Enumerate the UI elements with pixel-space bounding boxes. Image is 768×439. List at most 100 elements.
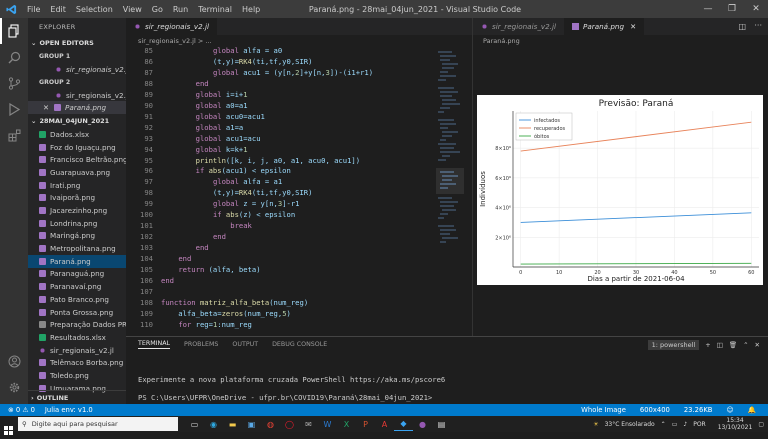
file-item[interactable]: Dados.xlsx	[28, 128, 126, 141]
file-item[interactable]: Irati.png	[28, 179, 126, 192]
file-item[interactable]: Toledo.png	[28, 369, 126, 382]
excel-icon[interactable]: X	[337, 417, 356, 431]
word-icon[interactable]: W	[318, 417, 337, 431]
code-line[interactable]: if abs(z) < epsilon	[161, 210, 295, 219]
code-line[interactable]: global a1=a	[161, 123, 244, 132]
file-explorer-icon[interactable]: ▬	[223, 417, 242, 431]
chrome-icon[interactable]: ◍	[261, 417, 280, 431]
close-tab-icon[interactable]: ✕	[630, 22, 636, 31]
mail-icon[interactable]: ✉	[299, 417, 318, 431]
file-item[interactable]: Jacarezinho.png	[28, 204, 126, 217]
menu-go[interactable]: Go	[147, 5, 168, 14]
open-editors-section[interactable]: ⌄ OPEN EDITORS	[28, 36, 126, 50]
outline-section[interactable]: › OUTLINE	[28, 390, 126, 404]
account-icon[interactable]	[0, 348, 28, 374]
code-line[interactable]: if abs(acu1) < epsilon	[161, 166, 291, 175]
file-item[interactable]: sir_regionais_v2.jl	[28, 344, 126, 357]
split-editor-icon[interactable]: ◫	[738, 22, 746, 31]
code-line[interactable]: global k=k+1	[161, 145, 248, 154]
minimap[interactable]	[436, 48, 464, 288]
edge-icon[interactable]: ◉	[204, 417, 223, 431]
file-item[interactable]: Ponta Grossa.png	[28, 306, 126, 319]
problems-status[interactable]: ⊗ 0 ⚠ 0	[8, 406, 35, 414]
menu-file[interactable]: File	[22, 5, 45, 14]
terminal-taskbar-icon[interactable]: ▤	[432, 417, 451, 431]
file-item[interactable]: Ivaiporã.png	[28, 192, 126, 205]
file-item[interactable]: Preparação Dados PR...	[28, 318, 126, 331]
zoom-status[interactable]: Whole Image	[581, 406, 626, 414]
code-line[interactable]: break	[161, 221, 252, 230]
windows-start-icon[interactable]	[4, 420, 13, 439]
store-icon[interactable]: ▣	[242, 417, 261, 431]
code-line[interactable]: alfa_beta=zeros(num_reg,5)	[161, 309, 291, 318]
file-item[interactable]: Londrina.png	[28, 217, 126, 230]
code-line[interactable]: (t,y)=RK4(ti,tf,y0,SIR)	[161, 57, 313, 66]
code-line[interactable]: function matriz_alfa_beta(num_reg)	[161, 298, 308, 307]
tab-output[interactable]: OUTPUT	[232, 341, 258, 348]
feedback-icon[interactable]: ☺	[726, 406, 733, 414]
open-editor-item[interactable]: sir_regionais_v2.jl	[28, 89, 126, 102]
code-line[interactable]: global a0=a1	[161, 101, 248, 110]
trash-icon[interactable]: 🗑	[729, 341, 737, 349]
menu-run[interactable]: Run	[168, 5, 193, 14]
tab-sir-regionais[interactable]: sir_regionais_v2.jl	[473, 18, 564, 35]
minimize-icon[interactable]: —	[696, 0, 720, 18]
tray-arrow-icon[interactable]: ⌃	[661, 421, 666, 428]
close-panel-icon[interactable]: ✕	[755, 341, 760, 349]
opera-icon[interactable]: ◯	[280, 417, 299, 431]
tab-problems[interactable]: PROBLEMS	[184, 341, 218, 348]
code-line[interactable]: global i=i+1	[161, 90, 248, 99]
code-line[interactable]: global alfa = a1	[161, 177, 282, 186]
code-line[interactable]: global acu1 = (y[n,2]+y[n,3])-(i1+r1)	[161, 68, 373, 77]
file-item[interactable]: Guarapuava.png	[28, 166, 126, 179]
weather-text[interactable]: 33°C Ensolarado	[605, 421, 655, 428]
notifications-icon[interactable]: ▢	[758, 421, 764, 428]
search-icon[interactable]	[0, 44, 28, 70]
code-line[interactable]: for reg=1:num_reg	[161, 320, 252, 329]
open-editor-item[interactable]: sir_regionais_v2.jl	[28, 63, 126, 76]
code-editor[interactable]: 85 global alfa = a0 86 (t,y)=RK4(ti,tf,y0…	[126, 46, 472, 336]
code-line[interactable]: global alfa = a0	[161, 46, 282, 55]
code-line[interactable]: (t,y)=RK4(ti,tf,y0,SIR)	[161, 188, 313, 197]
code-line[interactable]: println([k, i, j, a0, a1, acu0, acu1])	[161, 156, 360, 165]
restore-icon[interactable]: ❐	[720, 0, 744, 18]
menu-selection[interactable]: Selection	[71, 5, 118, 14]
file-item[interactable]: Resultados.xlsx	[28, 331, 126, 344]
file-item[interactable]: Maringá.png	[28, 230, 126, 243]
menu-edit[interactable]: Edit	[45, 5, 71, 14]
language-indicator[interactable]: POR	[693, 421, 706, 428]
menu-view[interactable]: View	[118, 5, 147, 14]
code-line[interactable]: global z = y[n,3]-r1	[161, 199, 300, 208]
run-debug-icon[interactable]	[0, 96, 28, 122]
code-line[interactable]: end	[161, 254, 191, 263]
file-item[interactable]: Paraná.png	[28, 254, 126, 268]
tab-debug-console[interactable]: DEBUG CONSOLE	[272, 341, 327, 348]
terminal-prompt[interactable]: PS C:\Users\UFPR\OneDrive - ufpr.br\COVI…	[138, 393, 432, 402]
file-item[interactable]: Metropolitana.png	[28, 242, 126, 255]
network-icon[interactable]: ▭	[672, 421, 678, 428]
julia-taskbar-icon[interactable]: ●	[413, 417, 432, 431]
open-editor-item-active[interactable]: ✕ Paraná.png	[28, 101, 126, 115]
extensions-icon[interactable]	[0, 122, 28, 148]
code-line[interactable]: global acu1=acu	[161, 134, 261, 143]
file-item[interactable]: Pato Branco.png	[28, 293, 126, 306]
explorer-icon[interactable]	[0, 18, 28, 44]
chevron-up-icon[interactable]: ⌃	[743, 341, 748, 349]
vscode-taskbar-icon[interactable]: ◆	[394, 417, 413, 431]
clock[interactable]: 15:34 13/10/2021	[712, 417, 753, 431]
file-item[interactable]: Paranavaí.png	[28, 280, 126, 293]
tab-parana-png[interactable]: Paraná.png ✕	[564, 18, 645, 35]
folder-section[interactable]: ⌄ 28MAI_04JUN_2021	[28, 114, 126, 128]
settings-gear-icon[interactable]	[0, 374, 28, 400]
task-view-icon[interactable]: ▭	[185, 417, 204, 431]
add-terminal-icon[interactable]: +	[705, 341, 710, 349]
split-terminal-icon[interactable]: ◫	[717, 341, 723, 349]
file-item[interactable]: Telêmaco Borba.png	[28, 356, 126, 369]
tab-terminal[interactable]: TERMINAL	[138, 340, 171, 349]
taskbar-search[interactable]: ⚲ Digite aqui para pesquisar	[18, 417, 178, 431]
acrobat-icon[interactable]: A	[375, 417, 394, 431]
close-editor-icon[interactable]: ✕	[43, 103, 49, 112]
terminal-select[interactable]: 1: powershell	[647, 340, 700, 350]
more-actions-icon[interactable]: ···	[754, 21, 762, 30]
code-line[interactable]: global acu0=acu1	[161, 112, 265, 121]
